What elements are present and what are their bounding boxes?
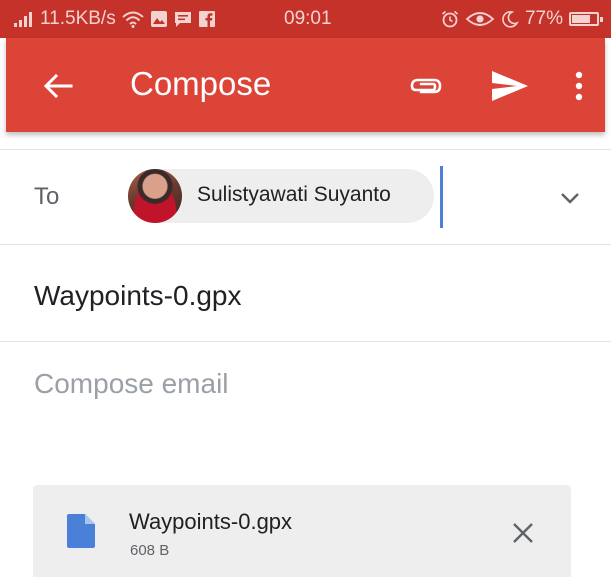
page-title: Compose: [130, 65, 272, 102]
avatar: [128, 169, 182, 223]
back-arrow-icon: [43, 73, 73, 99]
battery-level: [572, 15, 591, 23]
attachment-name: Waypoints-0.gpx: [129, 509, 293, 534]
subject-field[interactable]: Waypoints-0.gpx: [34, 280, 242, 312]
recipient-name: Sulistyawati Suyanto: [197, 183, 391, 206]
more-options-button[interactable]: [564, 66, 594, 106]
close-icon: [513, 523, 533, 543]
chevron-down-icon: [561, 193, 579, 204]
photo-notification-icon: [150, 11, 167, 27]
remove-attachment-button[interactable]: [503, 513, 543, 553]
message-notification-icon: [174, 12, 191, 27]
send-icon: [492, 71, 528, 101]
signal-icon: [14, 12, 32, 27]
status-bar-left: 11.5KB/s: [14, 8, 216, 30]
battery-icon: [569, 12, 603, 26]
attachment-card[interactable]: Waypoints-0.gpx 608 B: [33, 485, 571, 577]
do-not-disturb-icon: [502, 11, 519, 28]
status-bar-right: 77%: [441, 8, 603, 30]
file-icon: [67, 514, 95, 548]
status-time: 09:01: [284, 8, 332, 29]
alarm-icon: [441, 10, 458, 28]
send-button[interactable]: [488, 66, 532, 106]
more-vert-icon: [575, 71, 583, 101]
to-label: To: [34, 183, 60, 210]
attachment-size: 608 B: [130, 542, 170, 559]
divider: [0, 244, 611, 245]
back-button[interactable]: [38, 66, 78, 106]
attach-icon: [410, 78, 442, 94]
recipient-chip[interactable]: Sulistyawati Suyanto: [128, 169, 434, 223]
battery-percent: 77%: [524, 8, 563, 29]
attach-button[interactable]: [404, 66, 448, 106]
compose-body-input[interactable]: Compose email: [34, 368, 229, 400]
app-bar: Compose: [6, 38, 605, 132]
network-speed: 11.5KB/s: [40, 8, 116, 29]
divider: [0, 149, 611, 150]
status-bar: 11.5KB/s 09:01 77%: [0, 0, 611, 38]
wifi-icon: [122, 11, 144, 28]
eye-comfort-icon: [465, 12, 495, 26]
facebook-notification-icon: [198, 11, 215, 27]
expand-recipients-button[interactable]: [552, 180, 588, 216]
text-cursor: [440, 166, 443, 228]
divider: [0, 341, 611, 342]
